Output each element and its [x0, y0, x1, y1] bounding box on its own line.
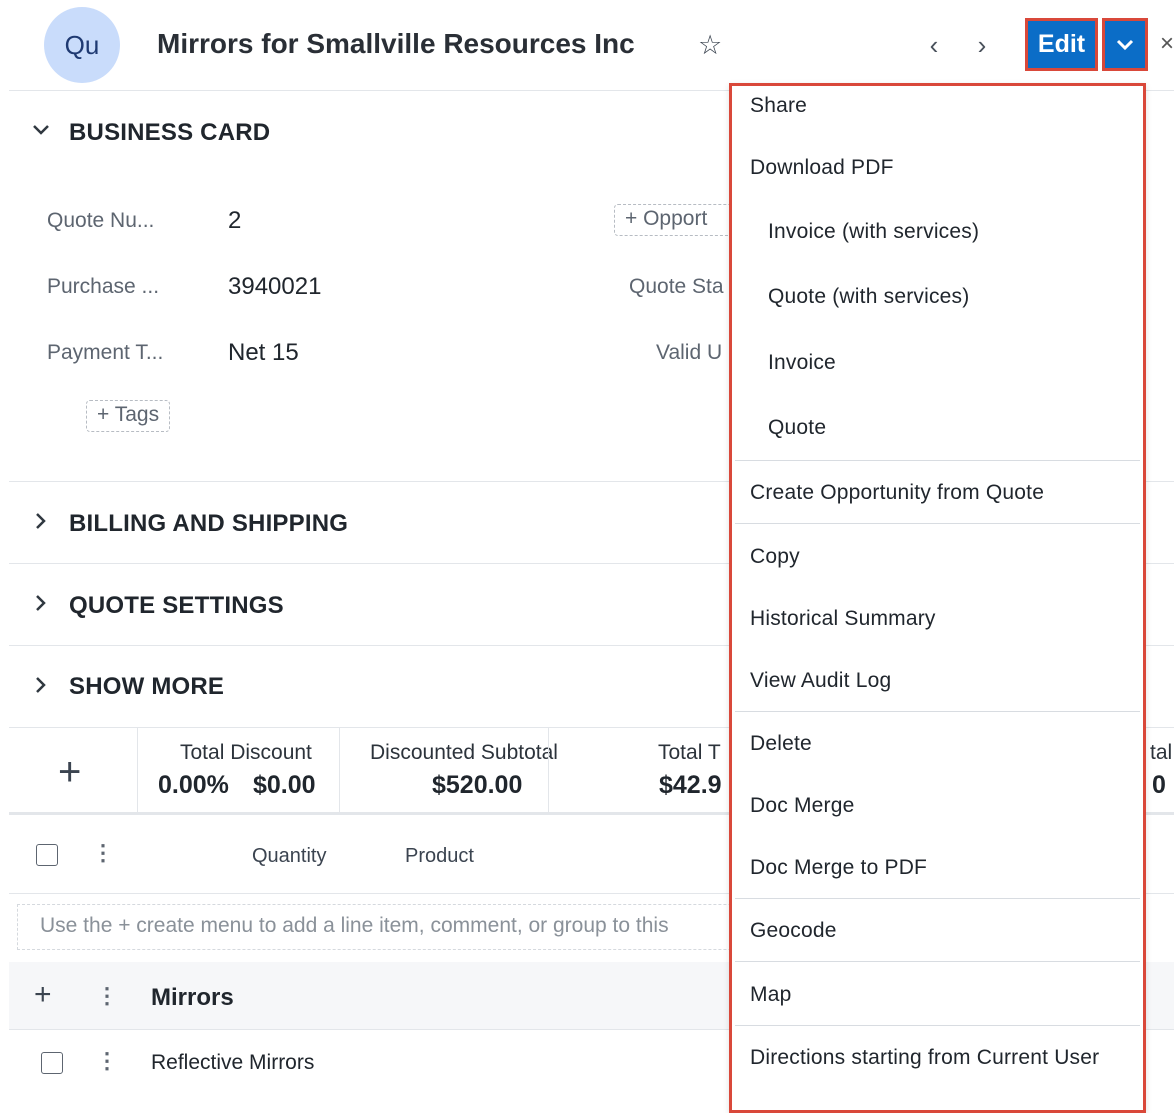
menu-separator — [735, 1025, 1140, 1026]
grand-total-value: 0 — [1152, 771, 1166, 799]
menu-separator — [735, 961, 1140, 962]
avatar: Qu — [44, 7, 120, 83]
chevron-right-icon[interactable]: › — [970, 30, 994, 61]
chevron-right-icon[interactable] — [35, 512, 47, 536]
menu-item-view-audit-log[interactable]: View Audit Log — [750, 669, 891, 693]
menu-item-create-opportunity[interactable]: Create Opportunity from Quote — [750, 481, 1044, 505]
close-icon[interactable]: × — [1160, 30, 1174, 58]
divider — [548, 728, 549, 812]
add-icon[interactable]: + — [34, 978, 52, 1012]
kebab-menu-icon[interactable]: ⋮ — [92, 840, 114, 866]
field-value-quote-number[interactable]: 2 — [228, 207, 241, 235]
menu-separator — [735, 898, 1140, 899]
actions-dropdown-button[interactable] — [1102, 18, 1148, 71]
chevron-right-icon[interactable] — [35, 594, 47, 618]
field-label-quote-stage: Quote Sta — [629, 275, 724, 298]
menu-item-doc-merge[interactable]: Doc Merge — [750, 794, 855, 818]
menu-separator — [735, 711, 1140, 712]
field-label-payment-terms: Payment T... — [47, 341, 164, 364]
field-value-payment-terms[interactable]: Net 15 — [228, 339, 299, 367]
divider — [339, 728, 340, 812]
grand-total-label: tal — [1150, 741, 1173, 764]
edit-button[interactable]: Edit — [1025, 18, 1098, 71]
menu-item-historical-summary[interactable]: Historical Summary — [750, 607, 936, 631]
section-title-quote-settings[interactable]: QUOTE SETTINGS — [69, 592, 284, 620]
star-icon[interactable]: ☆ — [698, 30, 722, 61]
menu-item-directions-from-current-user[interactable]: Directions starting from Current User — [750, 1046, 1099, 1070]
chevron-left-icon[interactable]: ‹ — [922, 30, 946, 61]
menu-item-invoice[interactable]: Invoice — [768, 351, 836, 375]
total-discount-amount: $0.00 — [253, 771, 316, 799]
menu-item-quote-with-services[interactable]: Quote (with services) — [768, 285, 969, 309]
menu-item-invoice-with-services[interactable]: Invoice (with services) — [768, 220, 979, 244]
total-discount-label: Total Discount — [180, 741, 312, 764]
chevron-down-icon — [1116, 39, 1134, 50]
group-name: Mirrors — [151, 984, 234, 1011]
field-label-quote-number: Quote Nu... — [47, 209, 155, 232]
total-discount-percent: 0.00% — [158, 771, 229, 799]
select-all-checkbox[interactable] — [36, 844, 58, 866]
page-title: Mirrors for Smallville Resources Inc — [157, 28, 635, 59]
column-header-quantity[interactable]: Quantity — [252, 845, 326, 868]
menu-item-geocode[interactable]: Geocode — [750, 919, 837, 943]
add-icon[interactable]: + — [58, 750, 81, 795]
actions-dropdown-menu: Share Download PDF Invoice (with service… — [729, 83, 1146, 1113]
total-tax-label: Total T — [658, 741, 721, 764]
total-tax-value: $42.9 — [659, 771, 722, 799]
add-tags-button[interactable]: + Tags — [86, 400, 171, 432]
field-value-purchase-order[interactable]: 3940021 — [228, 273, 321, 301]
kebab-menu-icon[interactable]: ⋮ — [96, 983, 118, 1009]
column-header-product[interactable]: Product — [405, 845, 474, 868]
add-opportunity-button[interactable]: + Opport — [614, 204, 744, 236]
menu-item-map[interactable]: Map — [750, 983, 791, 1007]
menu-separator — [735, 523, 1140, 524]
line-item-checkbox[interactable] — [41, 1052, 63, 1074]
kebab-menu-icon[interactable]: ⋮ — [96, 1048, 118, 1074]
menu-item-download-pdf[interactable]: Download PDF — [750, 156, 894, 180]
line-item-name[interactable]: Reflective Mirrors — [151, 1051, 314, 1075]
menu-item-quote[interactable]: Quote — [768, 416, 826, 440]
section-title-business-card[interactable]: BUSINESS CARD — [69, 119, 270, 147]
discounted-subtotal-label: Discounted Subtotal — [370, 741, 558, 764]
field-label-valid-until: Valid U — [656, 341, 723, 364]
divider — [137, 728, 138, 812]
menu-separator — [735, 460, 1140, 461]
menu-item-doc-merge-to-pdf[interactable]: Doc Merge to PDF — [750, 856, 927, 880]
chevron-down-icon[interactable] — [32, 120, 50, 143]
discounted-subtotal-value: $520.00 — [432, 771, 523, 799]
section-title-show-more[interactable]: SHOW MORE — [69, 673, 224, 701]
section-title-billing-shipping[interactable]: BILLING AND SHIPPING — [69, 510, 348, 538]
menu-item-delete[interactable]: Delete — [750, 732, 812, 756]
chevron-right-icon[interactable] — [35, 676, 47, 700]
menu-item-share[interactable]: Share — [750, 94, 807, 118]
menu-item-copy[interactable]: Copy — [750, 545, 800, 569]
field-label-purchase-order: Purchase ... — [47, 275, 160, 298]
